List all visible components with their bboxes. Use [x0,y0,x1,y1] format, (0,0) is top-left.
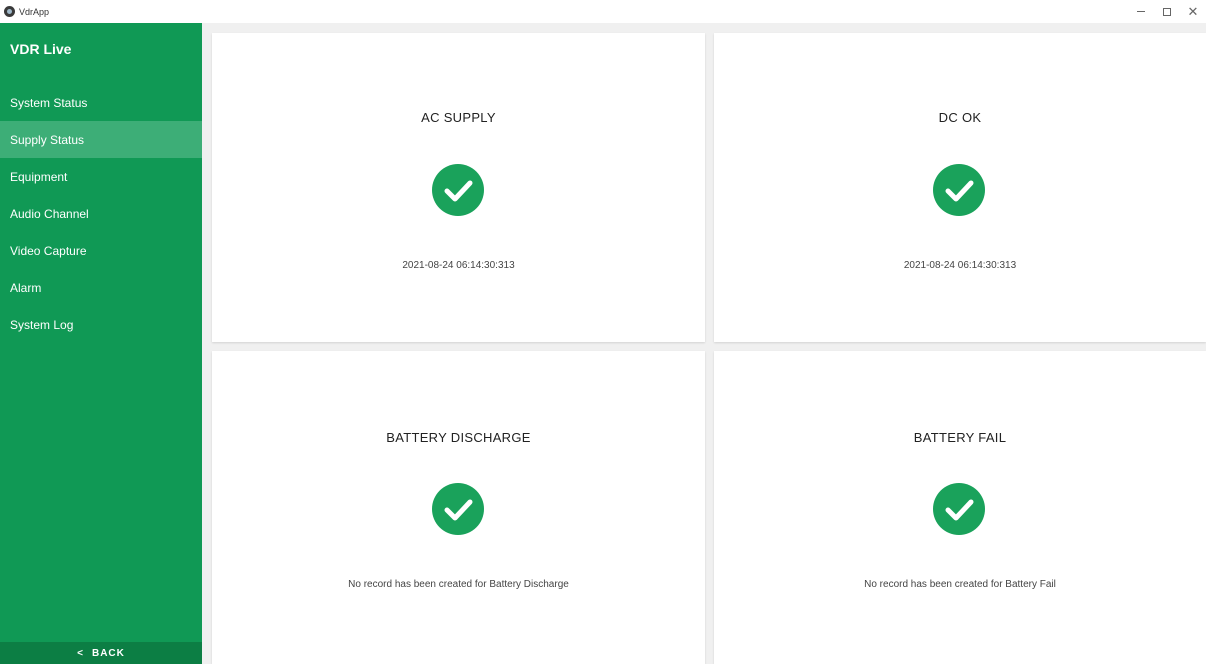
sidebar-item-equipment[interactable]: Equipment [0,158,202,195]
card-message: No record has been created for Battery F… [864,579,1056,590]
window-title: VdrApp [19,6,50,17]
sidebar-item-supply-status[interactable]: Supply Status [0,121,202,158]
sidebar-nav: System Status Supply Status Equipment Au… [0,84,202,343]
app-logo-icon [4,6,15,17]
card-title: AC SUPPLY [421,110,496,125]
restore-icon [1163,7,1171,16]
sidebar-item-system-log[interactable]: System Log [0,306,202,343]
card-timestamp: 2021-08-24 06:14:30:313 [402,260,515,271]
minimize-icon [1137,11,1145,12]
back-button[interactable]: < BACK [0,642,202,664]
back-label: BACK [91,647,125,659]
status-card-battery-fail: BATTERY FAIL No record has been created … [714,351,1206,664]
status-card-battery-discharge: BATTERY DISCHARGE No record has been cre… [212,351,705,664]
app-window: VdrApp ✕ VDR Live System Status Supply S… [0,0,1206,664]
sidebar: VDR Live System Status Supply Status Equ… [0,23,202,664]
sidebar-item-audio-channel[interactable]: Audio Channel [0,195,202,232]
minimize-button[interactable] [1128,0,1154,23]
check-circle-icon [432,483,484,535]
card-title: BATTERY FAIL [913,430,1007,445]
window-controls: ✕ [1128,0,1206,23]
status-card-ac-supply: AC SUPPLY 2021-08-24 06:14:30:313 [212,33,705,342]
card-title: BATTERY DISCHARGE [386,430,531,445]
title-bar: VdrApp ✕ [0,0,1206,23]
check-circle-icon [933,483,985,535]
card-message: No record has been created for Battery D… [348,579,569,590]
sidebar-item-video-capture[interactable]: Video Capture [0,232,202,269]
close-icon: ✕ [1187,3,1199,19]
sidebar-item-alarm[interactable]: Alarm [0,269,202,306]
close-button[interactable]: ✕ [1180,0,1206,23]
check-circle-icon [933,164,985,216]
sidebar-title: VDR Live [10,41,72,57]
chevron-left-icon: < [77,647,84,659]
card-timestamp: 2021-08-24 06:14:30:313 [903,260,1017,271]
check-circle-icon [432,164,484,216]
card-title: DC OK [938,110,982,125]
restore-button[interactable] [1154,0,1180,23]
status-card-dc-ok: DC OK 2021-08-24 06:14:30:313 [714,33,1206,342]
sidebar-item-system-status[interactable]: System Status [0,84,202,121]
